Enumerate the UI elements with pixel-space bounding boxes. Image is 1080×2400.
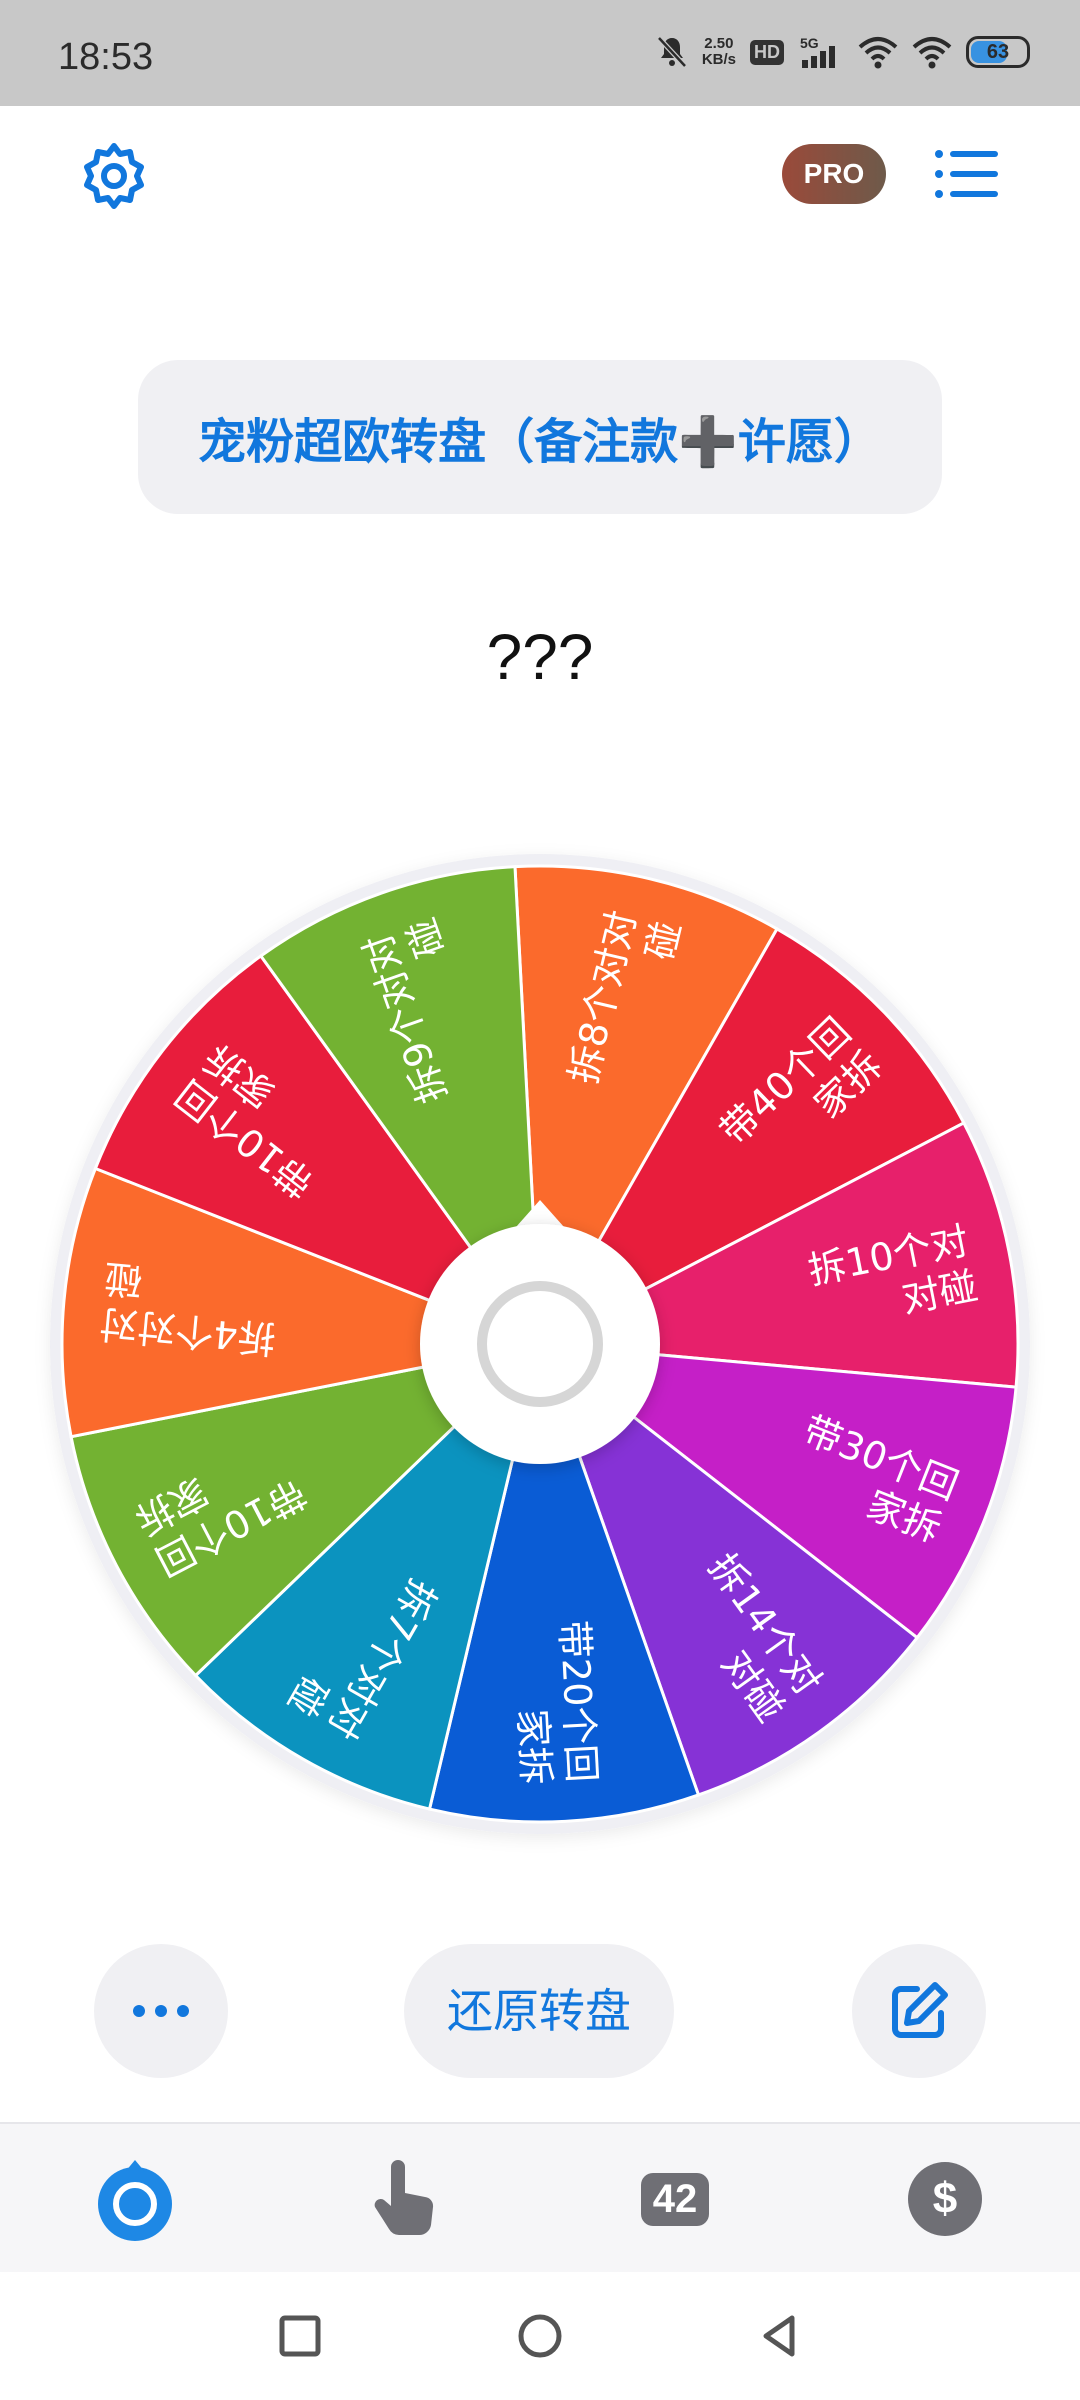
wheel-title-text: 宠粉超欧转盘（备注款➕许愿） [198,414,882,470]
home-button[interactable] [512,2308,568,2364]
system-nav-bar [0,2272,1080,2400]
svg-text:$: $ [933,2174,957,2223]
more-button[interactable] [94,1944,228,2078]
wheel-graphic[interactable]: 拆8个对对碰带40个回家拆拆10个对对碰带30个回家拆拆14个对对碰带20个回家… [40,844,1040,1844]
hd-badge: HD [750,39,784,65]
list-icon [935,150,998,198]
wheel-title[interactable]: 宠粉超欧转盘（备注款➕许愿） [138,360,942,514]
recent-apps-button[interactable] [272,2308,328,2364]
back-triangle-icon [763,2315,795,2357]
status-icons: 2.50 KB/s HD 5G 63 [656,30,1030,74]
square-icon [279,2315,321,2357]
circle-icon [518,2314,562,2358]
wheel-segment-label-line: 带20个回 [552,1619,604,1783]
tab-wheel[interactable] [90,2154,180,2244]
back-button[interactable] [752,2308,808,2364]
wheel-tab-icon [98,2160,172,2241]
spin-result: ??? [486,621,594,693]
svg-text:5G: 5G [800,35,819,51]
wifi-icon [858,37,898,69]
random-number-badge: 42 [640,2172,710,2226]
tab-pricing[interactable]: $ [900,2154,990,2244]
dollar-icon: $ [908,2162,982,2236]
status-bar: 18:53 2.50 KB/s HD 5G 63 [0,0,1080,106]
reset-wheel-button[interactable]: 还原转盘 [404,1944,674,2078]
signal-5g-icon: 5G [800,35,835,68]
wheel-segment-label-line: 碰 [102,1255,144,1302]
ellipsis-icon [133,2005,189,2017]
bell-muted-icon [656,36,687,68]
hub-disc [420,1224,660,1464]
tab-finger-pick[interactable] [360,2154,450,2244]
bottom-tab-bar: 42 $ [0,2122,1080,2274]
list-menu-button[interactable] [934,148,1000,200]
edit-button[interactable] [852,1944,986,2078]
edit-icon [892,1982,948,2038]
tab-random-number[interactable]: 42 [630,2154,720,2244]
battery-indicator: 63 [966,36,1030,68]
gear-icon [84,143,144,209]
settings-button[interactable] [78,140,150,212]
wheel-segment-label-line: 家拆 [510,1708,558,1786]
net-speed: 2.50 KB/s [701,35,736,68]
hand-pointer-icon [374,2160,434,2236]
pro-badge[interactable]: PRO [782,144,886,204]
status-time: 18:53 [58,36,154,78]
wifi-icon-secondary [912,37,952,69]
spin-wheel[interactable]: 拆8个对对碰带40个回 家拆 拆10个对 对碰 带30个回 家拆 拆14个对 对碰 带20个回家… [40,844,1040,1844]
